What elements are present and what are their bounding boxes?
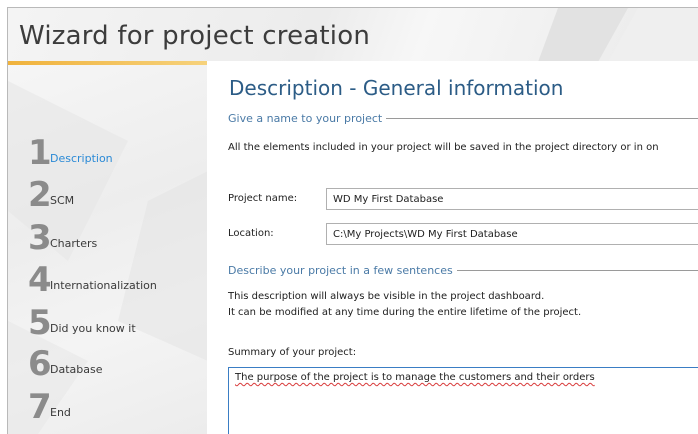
describe-info-line2: It can be modified at any time during th… — [228, 307, 582, 318]
summary-textarea[interactable]: The purpose of the project is to manage … — [228, 367, 698, 434]
describe-info-line1: This description will always be visible … — [228, 291, 545, 302]
step-charters[interactable]: 3 Charters — [28, 218, 98, 258]
step-number: 5 — [28, 303, 52, 343]
step-number: 7 — [28, 387, 52, 427]
steps-sidebar: 1 Description 2 SCM 3 Charters 4 Interna… — [7, 61, 207, 434]
project-name-input[interactable]: WD My First Database — [326, 188, 698, 210]
step-number: 4 — [28, 260, 52, 300]
summary-text: The purpose of the project is to manage … — [235, 372, 595, 383]
step-label: End — [50, 406, 71, 419]
title-bar: Wizard for project creation — [7, 7, 698, 62]
step-label: Did you know it — [50, 322, 136, 335]
page-title: Description - General information — [229, 76, 564, 100]
project-name-label: Project name: — [228, 193, 298, 204]
section-title: Give a name to your project — [228, 112, 383, 125]
name-section-header: Give a name to your project — [228, 112, 698, 125]
window-title: Wizard for project creation — [19, 21, 371, 51]
section-divider — [456, 270, 698, 271]
section-divider — [386, 118, 698, 119]
step-description[interactable]: 1 Description — [28, 133, 113, 173]
step-number: 3 — [28, 218, 52, 258]
location-label: Location: — [228, 228, 274, 239]
step-label: Charters — [50, 237, 98, 250]
location-input[interactable]: C:\My Projects\WD My First Database — [326, 223, 698, 245]
step-did-you-know-it[interactable]: 5 Did you know it — [28, 303, 136, 343]
summary-label: Summary of your project: — [228, 347, 357, 358]
step-number: 6 — [28, 344, 52, 384]
main-content: Description - General information Give a… — [207, 61, 698, 434]
describe-section-header: Describe your project in a few sentences — [228, 264, 698, 277]
step-number: 2 — [28, 175, 52, 215]
title-decoration — [538, 8, 698, 62]
step-internationalization[interactable]: 4 Internationalization — [28, 260, 157, 300]
step-database[interactable]: 6 Database — [28, 344, 103, 384]
wizard-window: Wizard for project creation 1 Descriptio… — [0, 0, 698, 434]
name-section-info: All the elements included in your projec… — [228, 142, 659, 153]
step-label: Description — [50, 152, 113, 165]
step-scm[interactable]: 2 SCM — [28, 175, 75, 215]
step-label: Internationalization — [50, 279, 157, 292]
section-title: Describe your project in a few sentences — [228, 264, 453, 277]
step-label: Database — [50, 363, 103, 376]
step-label: SCM — [50, 194, 75, 207]
step-end[interactable]: 7 End — [28, 387, 71, 427]
step-number: 1 — [28, 133, 52, 173]
